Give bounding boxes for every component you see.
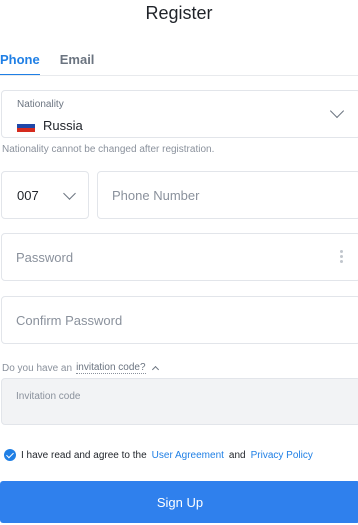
nationality-value: Russia <box>17 118 83 133</box>
dot <box>340 250 343 253</box>
phone-number-input[interactable] <box>97 171 358 219</box>
password-input[interactable] <box>1 233 358 281</box>
user-agreement-link[interactable]: User Agreement <box>152 450 224 461</box>
tab-phone[interactable]: Phone <box>0 52 40 76</box>
nationality-label: Nationality <box>17 99 64 110</box>
confirm-password-input[interactable] <box>1 296 358 344</box>
russia-flag-icon <box>17 119 35 132</box>
agreement-text: I have read and agree to the <box>21 449 147 461</box>
invitation-prefix: Do you have an <box>2 362 73 374</box>
country-code-select[interactable]: 007 <box>1 171 89 219</box>
nationality-country: Russia <box>43 118 83 133</box>
chevron-down-icon <box>63 187 76 200</box>
agreement-row: I have read and agree to the User Agreem… <box>4 449 313 461</box>
tabs-divider <box>0 75 358 76</box>
login-method-tabs: Phone Email <box>0 52 95 76</box>
tab-email[interactable]: Email <box>60 52 95 74</box>
chevron-up-icon[interactable] <box>151 365 159 374</box>
agreement-and: and <box>228 449 246 461</box>
password-visibility-icon[interactable] <box>340 250 344 263</box>
dot <box>340 255 343 258</box>
flag-stripe-red <box>17 127 35 132</box>
invitation-link[interactable]: invitation code? <box>76 362 146 374</box>
privacy-policy-link[interactable]: Privacy Policy <box>251 450 313 461</box>
country-code-value: 007 <box>17 188 39 203</box>
dot <box>340 260 343 263</box>
invitation-toggle: Do you have an invitation code? <box>2 362 159 374</box>
agreement-checkbox[interactable] <box>4 449 16 461</box>
invitation-code-field <box>1 378 358 425</box>
chevron-down-icon <box>329 103 345 119</box>
invitation-code-input[interactable] <box>2 379 358 405</box>
nationality-hint: Nationality cannot be changed after regi… <box>2 144 215 155</box>
nationality-select[interactable]: Nationality Russia <box>1 90 358 138</box>
page-title: Register <box>145 3 213 23</box>
sign-up-button[interactable]: Sign Up <box>0 481 358 523</box>
